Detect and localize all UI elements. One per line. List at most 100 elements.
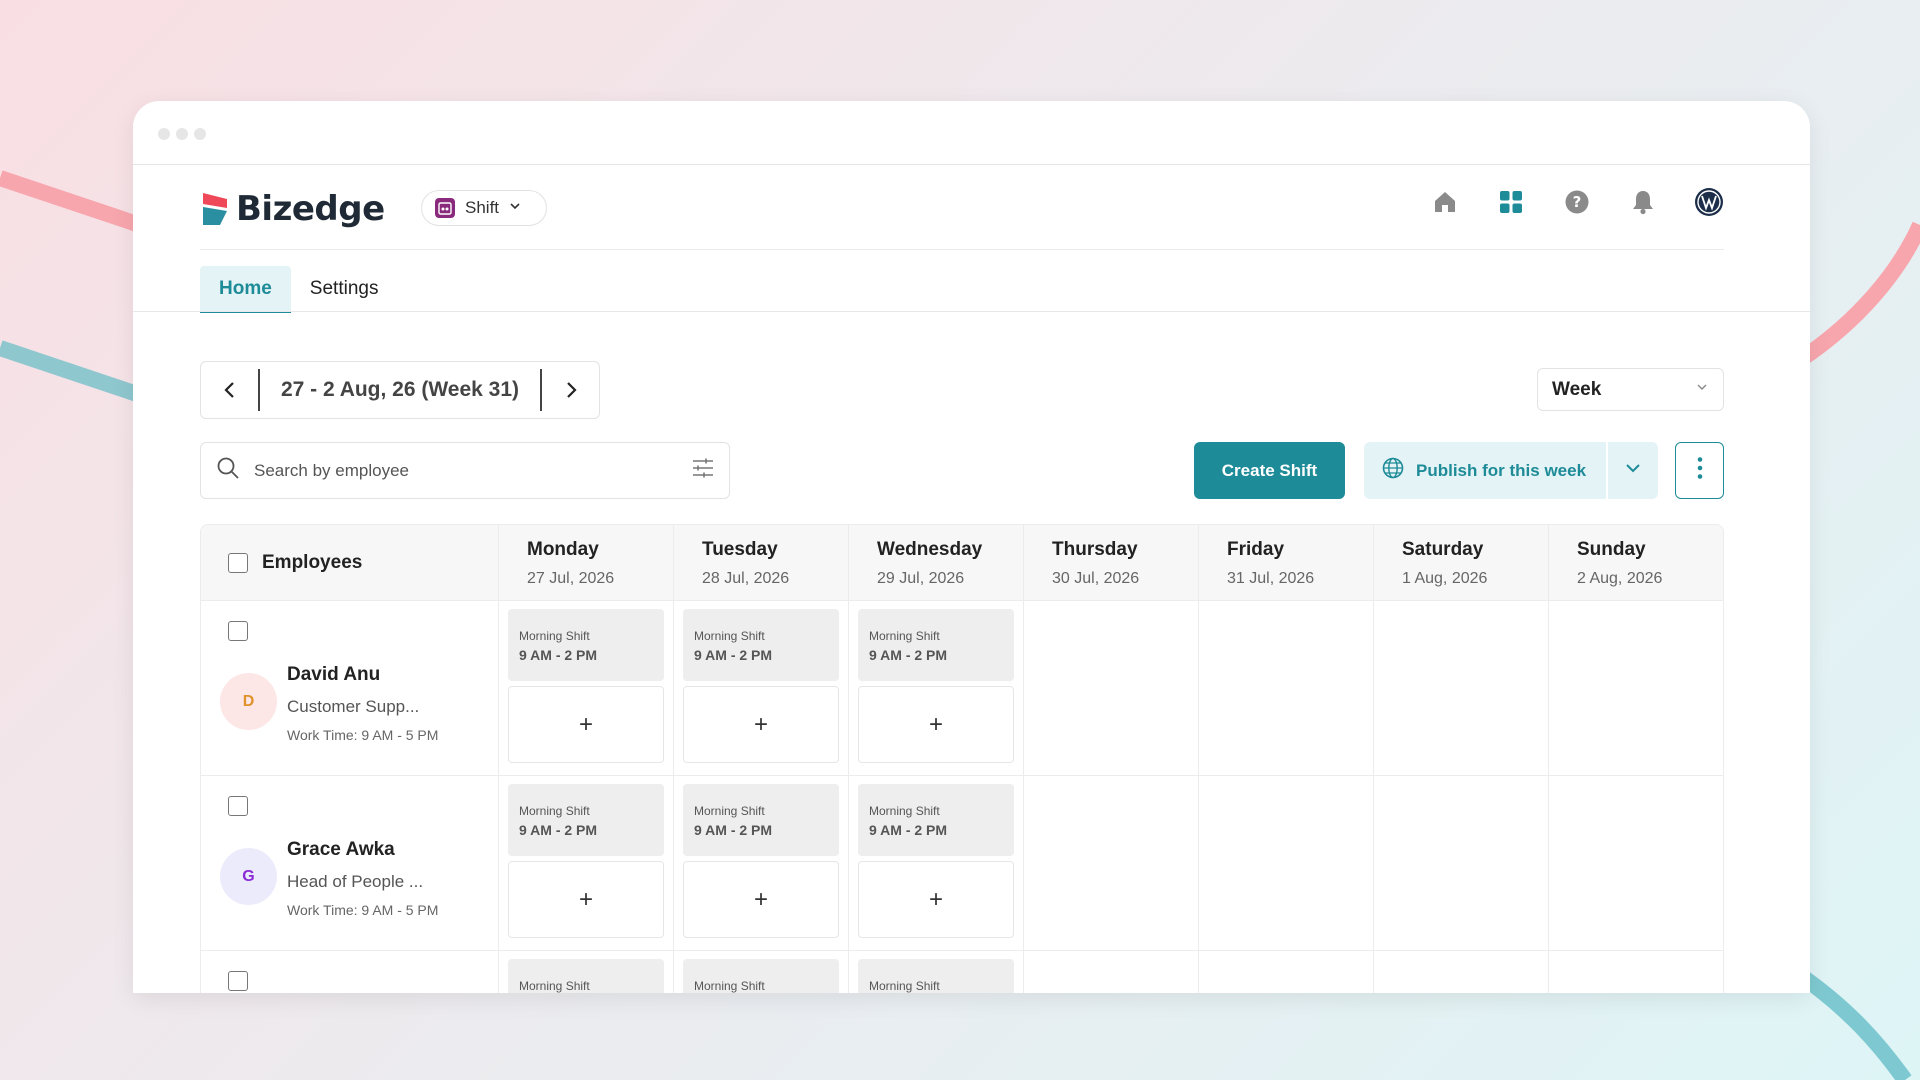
shift-time: 9 AM - 2 PM [869, 822, 948, 838]
publish-options-toggle[interactable] [1608, 442, 1658, 499]
add-shift-button[interactable]: + [508, 861, 664, 938]
tab-settings[interactable]: Settings [291, 266, 398, 313]
create-shift-button[interactable]: Create Shift [1194, 442, 1345, 499]
row-checkbox[interactable] [228, 796, 248, 816]
employee-cell: D David Anu Customer Supp... Work Time: … [201, 601, 499, 775]
filter-sliders-icon[interactable] [692, 457, 714, 484]
employees-header-label: Employees [262, 551, 363, 573]
add-shift-button[interactable]: + [858, 686, 1014, 763]
shift-card[interactable]: Morning Shift 9 AM - 2 PM [683, 784, 839, 856]
shift-name: Morning Shift [519, 804, 590, 818]
shift-time: 9 AM - 2 PM [869, 647, 948, 663]
day-cell: Morning Shift 9 AM - 2 PM + [499, 601, 674, 775]
employee-work-time: Work Time: 9 AM - 5 PM [287, 727, 439, 743]
shift-name: Morning Shift [869, 629, 940, 643]
employee-work-time: Work Time: 9 AM - 5 PM [287, 902, 439, 918]
window-dot[interactable] [158, 128, 170, 140]
day-cell[interactable] [1374, 776, 1549, 950]
avatar: D [220, 673, 277, 730]
search-icon [216, 456, 240, 485]
shift-card[interactable]: Morning Shift [683, 959, 839, 993]
table-row: D David Anu Customer Supp... Work Time: … [201, 601, 1723, 776]
add-shift-button[interactable]: + [858, 861, 1014, 938]
shift-time: 9 AM - 2 PM [519, 822, 598, 838]
shift-card[interactable]: Morning Shift 9 AM - 2 PM [508, 784, 664, 856]
tab-home[interactable]: Home [200, 266, 291, 313]
help-icon[interactable]: ? [1562, 187, 1592, 217]
home-icon[interactable] [1430, 187, 1460, 217]
row-checkbox[interactable] [228, 621, 248, 641]
day-header: Wednesday 29 Jul, 2026 [849, 525, 1024, 600]
chevron-down-icon [509, 199, 521, 217]
shift-card[interactable]: Morning Shift 9 AM - 2 PM [683, 609, 839, 681]
day-header: Sunday 2 Aug, 2026 [1549, 525, 1723, 600]
employee-name[interactable]: Grace Awka [287, 839, 395, 861]
day-cell[interactable] [1024, 951, 1199, 993]
day-date: 27 Jul, 2026 [527, 570, 615, 587]
day-cell[interactable] [1549, 776, 1723, 950]
shift-card[interactable]: Morning Shift 9 AM - 2 PM [858, 784, 1014, 856]
day-date: 28 Jul, 2026 [702, 570, 790, 587]
publish-week-button[interactable]: Publish for this week [1364, 442, 1606, 499]
employees-column-header: Employees [201, 525, 499, 600]
add-shift-button[interactable]: + [508, 686, 664, 763]
day-cell[interactable] [1374, 951, 1549, 993]
shift-card[interactable]: Morning Shift 9 AM - 2 PM [858, 609, 1014, 681]
day-cell[interactable] [1374, 601, 1549, 775]
add-shift-button[interactable]: + [683, 861, 839, 938]
shift-name: Morning Shift [694, 629, 765, 643]
chevron-down-icon [1695, 380, 1709, 399]
apps-grid-icon[interactable] [1496, 187, 1526, 217]
shift-card[interactable]: Morning Shift [508, 959, 664, 993]
prev-week-button[interactable] [201, 362, 258, 418]
tab-bar: Home Settings [200, 266, 397, 313]
employee-cell: G Grace Awka Head of People ... Work Tim… [201, 776, 499, 950]
search-input[interactable] [254, 460, 678, 481]
add-shift-button[interactable]: + [683, 686, 839, 763]
day-cell[interactable] [1199, 951, 1374, 993]
employee-name[interactable]: David Anu [287, 664, 380, 686]
day-header: Thursday 30 Jul, 2026 [1024, 525, 1199, 600]
day-cell: Morning Shift [849, 951, 1024, 993]
row-checkbox[interactable] [228, 971, 248, 991]
window-dot[interactable] [194, 128, 206, 140]
day-cell: Morning Shift 9 AM - 2 PM + [849, 601, 1024, 775]
tab-divider [133, 311, 1810, 312]
module-selector[interactable]: Shift [421, 190, 547, 226]
day-cell: Morning Shift [674, 951, 849, 993]
shift-card[interactable]: Morning Shift [858, 959, 1014, 993]
day-header: Monday 27 Jul, 2026 [499, 525, 674, 600]
shift-schedule-grid: Employees Monday 27 Jul, 2026 Tuesday 28 J… [200, 524, 1724, 993]
day-name: Monday [527, 539, 599, 560]
day-cell[interactable] [1549, 951, 1723, 993]
day-cell[interactable] [1024, 601, 1199, 775]
day-cell: Morning Shift [499, 951, 674, 993]
day-cell[interactable] [1549, 601, 1723, 775]
user-avatar-icon[interactable] [1694, 187, 1724, 217]
window-dot[interactable] [176, 128, 188, 140]
day-header: Tuesday 28 Jul, 2026 [674, 525, 849, 600]
next-week-button[interactable] [542, 362, 599, 418]
day-cell[interactable] [1199, 776, 1374, 950]
bell-icon[interactable] [1628, 187, 1658, 217]
schedule-header-row: Employees Monday 27 Jul, 2026 Tuesday 28 J… [201, 525, 1723, 601]
shift-name: Morning Shift [519, 979, 590, 993]
day-name: Sunday [1577, 539, 1646, 560]
employee-role: Head of People ... [287, 872, 424, 891]
shift-name: Morning Shift [869, 979, 940, 993]
view-mode-select[interactable]: Week [1537, 368, 1724, 411]
more-options-button[interactable] [1675, 442, 1724, 499]
module-label: Shift [465, 198, 500, 217]
shift-card[interactable]: Morning Shift 9 AM - 2 PM [508, 609, 664, 681]
select-all-checkbox[interactable] [228, 552, 248, 573]
day-header: Friday 31 Jul, 2026 [1199, 525, 1374, 600]
shift-name: Morning Shift [694, 979, 765, 993]
day-date: 31 Jul, 2026 [1227, 570, 1315, 587]
day-cell[interactable] [1199, 601, 1374, 775]
week-range-label: 27 - 2 Aug, 26 (Week 31) [280, 378, 520, 401]
day-cell: Morning Shift 9 AM - 2 PM + [674, 601, 849, 775]
day-cell[interactable] [1024, 776, 1199, 950]
avatar: G [220, 848, 277, 905]
brand-logo[interactable]: Bizedge [200, 189, 385, 229]
kebab-menu-icon [1697, 456, 1703, 485]
